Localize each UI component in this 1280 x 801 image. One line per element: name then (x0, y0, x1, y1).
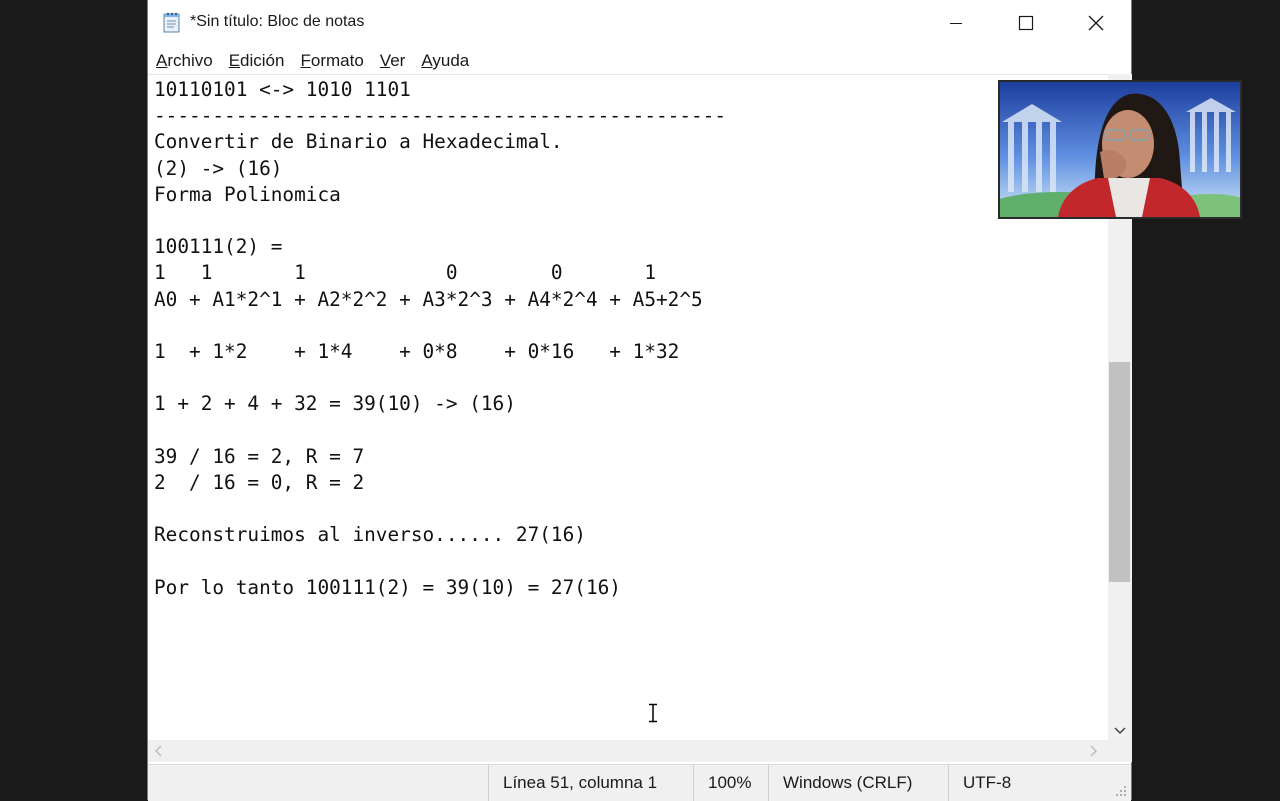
editor-line: Convertir de Binario a Hexadecimal. (154, 130, 563, 154)
chevron-right-icon[interactable] (1088, 745, 1098, 757)
editor-line: (2) -> (16) (154, 156, 283, 180)
status-position: Línea 51, columna 1 (488, 765, 657, 801)
editor-line: 1 + 1*2 + 1*4 + 0*8 + 0*16 + 1*32 (154, 340, 680, 364)
notepad-window: *Sin título: Bloc de notas Archivo Edici… (147, 0, 1132, 801)
title-bar[interactable]: *Sin título: Bloc de notas (148, 0, 1131, 46)
maximize-icon (1018, 15, 1034, 31)
menu-archivo-label: rchivo (167, 51, 213, 70)
window-title: *Sin título: Bloc de notas (190, 13, 365, 30)
close-icon (1088, 15, 1104, 31)
editor-line: A0 + A1*2^1 + A2*2^2 + A3*2^3 + A4*2^4 +… (154, 287, 703, 311)
menu-formato[interactable]: Formato (300, 49, 371, 71)
vertical-scroll-thumb[interactable] (1109, 362, 1130, 582)
text-editor[interactable]: 10110101 <-> 1010 1101 -----------------… (148, 74, 1108, 741)
editor-line: Por lo tanto 100111(2) = 39(10) = 27(16) (154, 575, 621, 599)
menu-formato-label: ormato (310, 51, 364, 70)
menu-ver[interactable]: Ver (380, 49, 414, 71)
editor-content[interactable]: 10110101 <-> 1010 1101 -----------------… (154, 77, 726, 601)
editor-line: 1 + 2 + 4 + 32 = 39(10) -> (16) (154, 392, 516, 416)
menu-archivo-accesskey: A (156, 51, 168, 70)
scrollbar-corner (1108, 740, 1132, 762)
editor-line: ----------------------------------------… (154, 104, 727, 128)
minimize-icon (950, 23, 962, 24)
editor-line: Reconstruimos al inverso...... 27(16) (154, 523, 586, 547)
editor-line: 100111(2) = (154, 235, 283, 259)
status-encoding: UTF-8 (948, 765, 1011, 801)
chevron-down-icon[interactable] (1113, 726, 1127, 736)
menu-ver-label: er (390, 51, 406, 70)
maximize-button[interactable] (991, 0, 1061, 46)
menu-edicion[interactable]: Edición (229, 49, 293, 71)
menu-ver-accesskey: V (379, 51, 391, 70)
menu-bar: Archivo Edición Formato Ver Ayuda (148, 46, 1131, 74)
editor-line: 39 / 16 = 2, R = 7 (154, 444, 365, 468)
webcam-overlay (998, 80, 1242, 219)
menu-ayuda[interactable]: Ayuda (421, 49, 477, 71)
menu-formato-accesskey: F (300, 51, 311, 70)
menu-edicion-label: dición (240, 51, 285, 70)
status-bar: Línea 51, columna 1 100% Windows (CRLF) … (148, 764, 1131, 801)
editor-line: 1 1 1 0 0 1 (154, 261, 656, 285)
notepad-icon (162, 11, 182, 33)
minimize-button[interactable] (921, 0, 991, 46)
menu-ayuda-accesskey: A (421, 51, 433, 70)
status-zoom: 100% (693, 765, 751, 801)
menu-archivo[interactable]: Archivo (156, 49, 221, 71)
horizontal-scrollbar[interactable] (148, 740, 1108, 762)
status-line-ending: Windows (CRLF) (768, 765, 912, 801)
editor-line: 2 / 16 = 0, R = 2 (154, 471, 365, 495)
resize-grip-icon[interactable] (1115, 785, 1127, 797)
webcam-video-image (1000, 82, 1240, 217)
ibeam-cursor-icon (649, 703, 657, 723)
menu-edicion-accesskey: E (228, 51, 241, 70)
menu-ayuda-label: yuda (432, 51, 470, 70)
editor-line: Forma Polinomica (154, 182, 341, 206)
close-button[interactable] (1061, 0, 1131, 46)
chevron-left-icon[interactable] (154, 745, 164, 757)
editor-line: 10110101 <-> 1010 1101 (154, 78, 411, 101)
